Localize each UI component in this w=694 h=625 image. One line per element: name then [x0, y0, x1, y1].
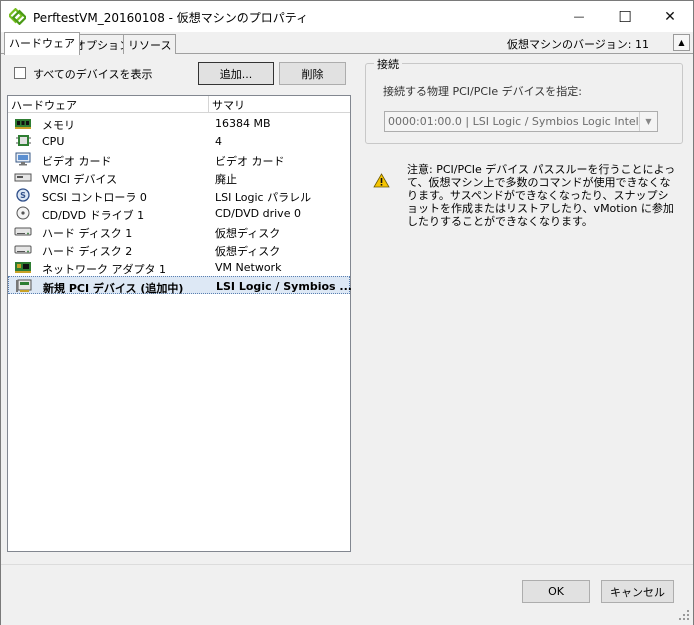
- passthrough-warning-text: 注意: PCI/PCIe デバイス パススルーを行うことによって、仮想マシン上で…: [407, 163, 676, 228]
- vmci-device-icon: [14, 173, 32, 182]
- cpu-icon: [16, 135, 31, 146]
- ok-button-label: OK: [548, 585, 564, 598]
- hardware-row-vmci[interactable]: VMCI デバイス 廃止: [8, 168, 350, 186]
- vsphere-app-icon: [9, 8, 26, 25]
- hardware-summary: VM Network: [215, 261, 282, 274]
- hardware-summary: 廃止: [215, 173, 237, 186]
- pci-device-icon: [16, 279, 32, 292]
- cancel-button-label: キャンセル: [610, 585, 665, 599]
- window-title: PerftestVM_20160108 - 仮想マシンのプロパティ: [33, 11, 309, 25]
- hardware-row-network-adapter[interactable]: ネットワーク アダプタ 1 VM Network: [8, 258, 350, 276]
- hardware-list[interactable]: ハードウェア サマリ メモリ 16384 MB CPU 4 ビデオ カード ビデ…: [7, 95, 352, 552]
- tab-resources[interactable]: リソース: [123, 34, 177, 54]
- show-all-devices-checkbox[interactable]: [14, 67, 26, 79]
- scsi-controller-icon: S: [16, 188, 30, 202]
- column-header-summary[interactable]: サマリ: [209, 96, 350, 113]
- hardware-summary: 4: [215, 135, 222, 148]
- tab-hardware[interactable]: ハードウェア: [4, 32, 80, 55]
- hardware-row-cpu[interactable]: CPU 4: [8, 132, 350, 150]
- pci-device-select[interactable]: 0000:01:00.0 | LSI Logic / Symbios Logic…: [384, 111, 658, 132]
- close-icon: ✕: [664, 8, 676, 25]
- vm-version-label: 仮想マシンのバージョン: 11: [507, 38, 649, 51]
- hardware-name: ハード ディスク 1: [42, 227, 133, 240]
- remove-button-label: 削除: [301, 67, 324, 81]
- ok-button[interactable]: OK: [522, 580, 590, 603]
- hardware-name: CPU: [42, 135, 65, 148]
- show-all-devices-label: すべてのデバイスを表示: [33, 68, 153, 81]
- hardware-name: ネットワーク アダプタ 1: [42, 263, 166, 276]
- title-bar[interactable]: PerftestVM_20160108 - 仮想マシンのプロパティ — ☐ ✕: [1, 1, 693, 32]
- column-header-summary-label: サマリ: [212, 99, 245, 112]
- hardware-name: 新規 PCI デバイス (追加中): [43, 282, 184, 295]
- video-card-icon: [15, 152, 31, 166]
- hardware-summary: 仮想ディスク: [215, 245, 281, 258]
- hard-disk-icon: [14, 227, 32, 236]
- hardware-row-hard-disk-2[interactable]: ハード ディスク 2 仮想ディスク: [8, 240, 350, 258]
- tab-hardware-label: ハードウェア: [9, 37, 75, 50]
- network-adapter-icon: [15, 262, 31, 273]
- help-icon: ▲: [678, 38, 685, 47]
- hardware-summary: CD/DVD drive 0: [215, 207, 301, 220]
- help-button[interactable]: ▲: [673, 34, 690, 51]
- hardware-name: メモリ: [42, 119, 75, 132]
- hard-disk-icon: [14, 245, 32, 254]
- minimize-button[interactable]: —: [556, 1, 602, 32]
- hardware-row-hard-disk-1[interactable]: ハード ディスク 1 仮想ディスク: [8, 222, 350, 240]
- hardware-row-video-card[interactable]: ビデオ カード ビデオ カード: [8, 150, 350, 168]
- vm-properties-dialog: PerftestVM_20160108 - 仮想マシンのプロパティ — ☐ ✕ …: [0, 0, 694, 625]
- svg-text:S: S: [20, 191, 26, 200]
- cd-dvd-icon: [16, 206, 30, 220]
- maximize-button[interactable]: ☐: [602, 1, 648, 32]
- add-button[interactable]: 追加...: [198, 62, 274, 85]
- chevron-down-icon[interactable]: ▼: [639, 112, 657, 131]
- hardware-name: VMCI デバイス: [42, 173, 118, 186]
- hardware-summary: 16384 MB: [215, 117, 271, 130]
- remove-button[interactable]: 削除: [279, 62, 346, 85]
- warning-icon: [373, 173, 390, 188]
- cancel-button[interactable]: キャンセル: [601, 580, 674, 603]
- memory-icon: [15, 119, 31, 129]
- hardware-row-cd-dvd[interactable]: CD/DVD ドライブ 1 CD/DVD drive 0: [8, 204, 350, 222]
- hardware-name: CD/DVD ドライブ 1: [42, 209, 145, 222]
- maximize-icon: ☐: [618, 7, 632, 26]
- column-header-hardware-label: ハードウェア: [11, 99, 77, 112]
- connection-group-title: 接続: [374, 56, 402, 72]
- hardware-name: ハード ディスク 2: [42, 245, 133, 258]
- hardware-row-new-pci-device[interactable]: 新規 PCI デバイス (追加中) LSI Logic / Symbios ..…: [8, 276, 352, 295]
- add-button-label: 追加...: [219, 67, 253, 81]
- hardware-summary: LSI Logic パラレル: [215, 191, 312, 204]
- close-button[interactable]: ✕: [647, 1, 693, 32]
- column-header-hardware[interactable]: ハードウェア: [8, 96, 209, 113]
- hardware-name: SCSI コントローラ 0: [42, 191, 147, 204]
- hardware-summary: 仮想ディスク: [215, 227, 281, 240]
- minimize-icon: —: [573, 10, 585, 23]
- resize-grip-icon[interactable]: [678, 609, 690, 621]
- pci-device-select-label: 接続する物理 PCI/PCIe デバイスを指定:: [383, 85, 582, 98]
- pci-device-select-value: 0000:01:00.0 | LSI Logic / Symbios Logic…: [388, 115, 658, 128]
- hardware-name: ビデオ カード: [42, 155, 112, 168]
- hardware-row-scsi-controller[interactable]: S SCSI コントローラ 0 LSI Logic パラレル: [8, 186, 350, 204]
- hardware-list-header: ハードウェア サマリ: [8, 96, 350, 113]
- tab-options-label: オプション: [75, 39, 130, 52]
- hardware-summary: LSI Logic / Symbios ...: [216, 280, 352, 293]
- tab-resources-label: リソース: [128, 39, 172, 52]
- hardware-row-memory[interactable]: メモリ 16384 MB: [8, 114, 350, 132]
- chevron-down-glyph: ▼: [645, 117, 652, 126]
- hardware-summary: ビデオ カード: [215, 155, 285, 168]
